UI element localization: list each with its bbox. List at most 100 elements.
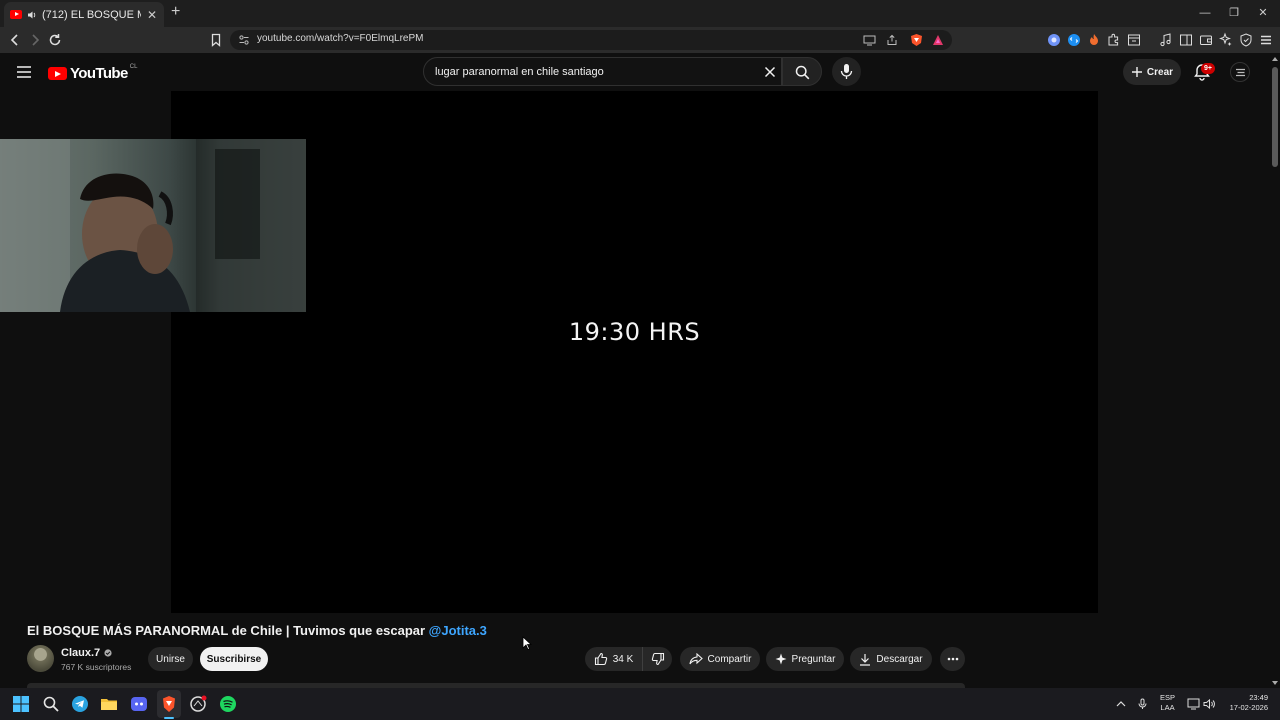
download-icon <box>860 653 871 666</box>
tray-overflow-icon[interactable] <box>1116 700 1126 708</box>
thumbs-down-icon <box>651 652 664 666</box>
file-explorer-icon[interactable] <box>100 695 118 713</box>
video-overlay-text: 19:30 HRS <box>568 318 701 346</box>
cast-icon[interactable] <box>863 34 876 46</box>
leo-ai-icon[interactable] <box>1218 32 1234 48</box>
ask-button[interactable]: Preguntar <box>766 647 844 671</box>
scroll-down-icon[interactable] <box>1271 680 1279 686</box>
close-window-icon[interactable]: ✕ <box>1256 6 1270 20</box>
clock-time: 23:49 <box>1249 693 1268 702</box>
vpn-shield-icon[interactable] <box>1238 32 1254 48</box>
extension-flame-icon[interactable] <box>1086 32 1102 48</box>
webcam-overlay <box>0 139 306 312</box>
reload-icon[interactable] <box>47 32 63 48</box>
active-app-indicator <box>164 717 174 719</box>
language-code: ESP <box>1160 693 1176 702</box>
thumbs-up-icon <box>594 652 607 666</box>
channel-name-text: Claux.7 <box>61 647 101 659</box>
page-scrollbar[interactable] <box>1270 53 1280 693</box>
more-dots-icon <box>947 657 958 661</box>
share-arrow-icon <box>689 653 703 665</box>
channel-avatar[interactable] <box>27 645 54 672</box>
new-tab-icon[interactable]: + <box>171 4 185 20</box>
ask-label: Preguntar <box>791 653 836 665</box>
audio-playing-icon <box>28 11 36 18</box>
video-player[interactable]: 19:30 HRS <box>171 91 1098 613</box>
webcam-feed-image <box>0 139 306 312</box>
share-button[interactable]: Compartir <box>680 647 760 671</box>
minimize-icon[interactable]: — <box>1198 6 1212 20</box>
scrollbar-thumb[interactable] <box>1272 67 1278 167</box>
browser-tab-strip: (712) EL BOSQUE MÁS PARANORMAL ✕ + — ❐ ✕ <box>0 0 1280 27</box>
layout-code: LAA <box>1160 703 1175 712</box>
share-page-icon[interactable] <box>886 34 898 46</box>
input-language-indicator[interactable]: ESP LAA <box>1160 693 1175 713</box>
tab-close-icon[interactable]: ✕ <box>146 9 158 21</box>
guide-menu-icon[interactable] <box>16 65 32 79</box>
media-music-icon[interactable] <box>1158 32 1174 48</box>
brave-browser-icon[interactable] <box>160 695 178 713</box>
share-label: Compartir <box>707 653 752 665</box>
download-button[interactable]: Descargar <box>850 647 932 671</box>
youtube-wordmark: YouTube <box>70 65 128 82</box>
mouse-cursor-icon <box>522 636 532 650</box>
like-button[interactable]: 34 K <box>585 647 642 671</box>
microphone-icon <box>840 64 853 79</box>
windows-start-icon[interactable] <box>12 695 30 713</box>
video-title-text: El BOSQUE MÁS PARANORMAL de Chile | Tuvi… <box>27 623 426 638</box>
search-query-text: lugar paranormal en chile santiago <box>435 66 604 78</box>
app-circle-icon[interactable] <box>189 695 207 713</box>
url-text: youtube.com/watch?v=F0ElmqLrePM <box>257 33 424 44</box>
back-icon[interactable] <box>7 32 23 48</box>
bookmark-icon[interactable] <box>208 32 224 48</box>
youtube-play-logo-icon <box>48 67 67 80</box>
browser-tab-youtube[interactable]: (712) EL BOSQUE MÁS PARANORMAL ✕ <box>4 2 164 27</box>
search-input[interactable]: lugar paranormal en chile santiago <box>423 57 782 86</box>
extension-shazam-icon[interactable] <box>1066 32 1082 48</box>
youtube-masthead: YouTube CL lugar paranormal en chile san… <box>0 53 1280 91</box>
windows-taskbar <box>0 688 1280 720</box>
create-button[interactable]: Crear <box>1123 59 1181 85</box>
subscriber-count: 767 K suscriptores <box>61 662 132 672</box>
tray-microphone-icon[interactable] <box>1138 698 1147 710</box>
brave-shields-icon[interactable] <box>910 33 923 47</box>
join-button[interactable]: Unirse <box>148 647 193 671</box>
tray-network-icon[interactable] <box>1187 698 1201 710</box>
sidebar-icon[interactable] <box>1178 32 1194 48</box>
notification-badge: 9+ <box>1201 63 1215 74</box>
tab-manager-icon[interactable] <box>1126 32 1142 48</box>
search-button[interactable] <box>782 57 822 86</box>
extension-blue-icon[interactable] <box>1046 32 1062 48</box>
subscribe-button[interactable]: Suscribirse <box>200 647 268 671</box>
verified-check-icon <box>104 649 112 657</box>
create-label: Crear <box>1146 66 1174 78</box>
site-settings-icon[interactable] <box>238 34 250 46</box>
brave-rewards-icon[interactable] <box>932 34 944 46</box>
taskbar-search-icon[interactable] <box>42 695 60 713</box>
plus-icon <box>1131 67 1142 77</box>
clear-search-icon[interactable] <box>764 66 776 78</box>
sparkle-icon <box>775 653 787 665</box>
restore-icon[interactable]: ❐ <box>1227 6 1241 20</box>
channel-name[interactable]: Claux.7 <box>61 647 112 659</box>
extensions-puzzle-icon[interactable] <box>1106 32 1122 48</box>
voice-search-button[interactable] <box>832 57 861 86</box>
system-clock[interactable]: 23:49 17-02-2026 <box>1222 693 1268 713</box>
video-title: El BOSQUE MÁS PARANORMAL de Chile | Tuvi… <box>27 623 487 638</box>
spotify-icon[interactable] <box>219 695 237 713</box>
dislike-button[interactable] <box>642 647 672 671</box>
address-bar[interactable]: youtube.com/watch?v=F0ElmqLrePM <box>230 30 952 50</box>
browser-menu-icon[interactable] <box>1258 32 1274 48</box>
scroll-up-icon[interactable] <box>1271 56 1279 62</box>
tray-volume-icon[interactable] <box>1203 698 1216 710</box>
title-mention-link[interactable]: @Jotita.3 <box>429 623 487 638</box>
account-avatar[interactable] <box>1230 62 1250 82</box>
wallet-icon[interactable] <box>1198 32 1214 48</box>
tab-title: (712) EL BOSQUE MÁS PARANORMAL <box>42 8 141 21</box>
telegram-icon[interactable] <box>71 695 89 713</box>
youtube-logo[interactable]: YouTube CL <box>48 64 138 82</box>
discord-icon[interactable] <box>130 695 148 713</box>
forward-icon[interactable] <box>27 32 43 48</box>
youtube-favicon-icon <box>10 10 22 19</box>
more-actions-button[interactable] <box>940 647 965 671</box>
